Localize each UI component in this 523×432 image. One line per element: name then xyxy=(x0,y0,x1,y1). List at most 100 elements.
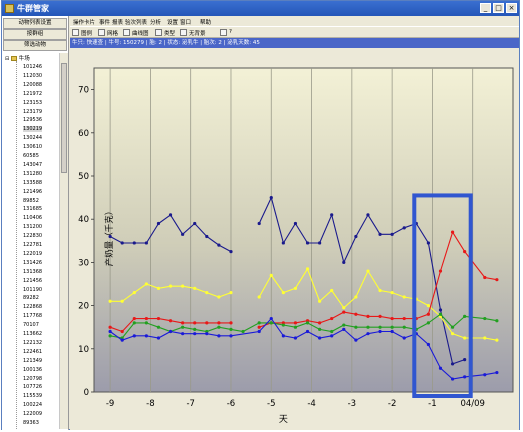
series-2-point xyxy=(305,267,310,271)
series-5-point xyxy=(354,338,358,342)
tree-item[interactable]: 113662 xyxy=(23,331,42,337)
tree-item[interactable]: 89282 xyxy=(23,295,39,301)
menu-item[interactable]: 操作卡片 xyxy=(73,18,95,26)
plot-area xyxy=(93,67,514,393)
series-3-point xyxy=(108,325,112,329)
tree-item[interactable]: 121496 xyxy=(23,189,42,195)
series-4-point xyxy=(495,319,499,323)
tree-item[interactable]: 143047 xyxy=(23,162,42,168)
grid-icon xyxy=(98,29,105,36)
animal-list-settings-button[interactable]: 动物列表设置 xyxy=(3,18,67,29)
app-icon xyxy=(5,4,14,13)
tree-item[interactable]: 117768 xyxy=(23,313,42,319)
series-5-point xyxy=(305,329,310,334)
series-5-point xyxy=(132,334,136,338)
close-button[interactable]: × xyxy=(506,3,517,13)
series-1-point xyxy=(330,213,334,217)
tree-item[interactable]: 122009 xyxy=(23,411,42,417)
curve-chart-icon xyxy=(123,29,130,36)
series-2-point xyxy=(269,273,273,277)
series-2-point xyxy=(354,295,358,299)
tree-item[interactable]: 123153 xyxy=(23,100,42,106)
tree-item[interactable]: 131200 xyxy=(23,224,42,230)
series-2-point xyxy=(193,286,197,290)
left-panel: 动物列表设置 按群组 筛选动物 ⊟ 牛场 101246 112030 120088 1… xyxy=(2,16,69,430)
series-4-point xyxy=(318,327,322,331)
series-1-point xyxy=(390,232,394,236)
tree-item[interactable]: 120088 xyxy=(23,82,42,88)
tree-item[interactable]: 130610 xyxy=(23,144,42,150)
series-1-point xyxy=(402,226,406,230)
menu-item[interactable]: 窗口 xyxy=(180,18,191,26)
tree-scrollbar[interactable] xyxy=(59,53,68,429)
series-1-point xyxy=(193,221,197,226)
series-5-point xyxy=(229,334,233,338)
tree-item[interactable]: 100136 xyxy=(23,367,42,373)
tree-item[interactable]: 70107 xyxy=(23,322,39,328)
toolbar-button[interactable]: 无背景 xyxy=(189,29,206,37)
series-2-point xyxy=(426,304,430,308)
animal-tree[interactable]: ⊟ 牛场 101246 112030 120088 121972 123153 12317… xyxy=(3,53,59,429)
menu-item[interactable]: 帮助 xyxy=(200,18,211,26)
menu-item[interactable]: 设置 xyxy=(167,18,178,26)
toolbar-button[interactable]: 图例 xyxy=(81,29,92,37)
menu-item[interactable]: 事件 xyxy=(99,18,110,26)
tree-item[interactable]: 60585 xyxy=(23,153,39,159)
series-4-point xyxy=(450,325,455,329)
tree-item[interactable]: 122830 xyxy=(23,233,42,239)
scrollbar-thumb[interactable] xyxy=(61,63,67,173)
series-3-point xyxy=(495,278,499,282)
menu-item[interactable]: 验次列表 xyxy=(125,18,147,26)
series-1-point xyxy=(305,241,310,245)
tree-item[interactable]: 89852 xyxy=(23,198,39,204)
tree-item[interactable]: 133588 xyxy=(23,180,42,186)
series-4-point xyxy=(402,325,406,329)
tree-item[interactable]: 131426 xyxy=(23,260,42,266)
tree-item[interactable]: 123179 xyxy=(23,109,42,115)
tree-item[interactable]: 122132 xyxy=(23,340,42,346)
tree-item[interactable]: 110406 xyxy=(23,215,42,221)
minimize-button[interactable]: _ xyxy=(480,3,491,13)
tree-item[interactable]: 122461 xyxy=(23,349,42,355)
series-5-point xyxy=(426,342,430,347)
tree-item[interactable]: 115539 xyxy=(23,393,42,399)
tree-item[interactable]: 131280 xyxy=(23,171,42,177)
series-3-point xyxy=(354,312,358,316)
tree-root[interactable]: ⊟ 牛场 xyxy=(5,54,30,62)
series-3-point xyxy=(181,321,185,325)
tree-item[interactable]: 120798 xyxy=(23,376,42,382)
tree-item[interactable]: 130219 xyxy=(23,126,43,133)
series-4-point xyxy=(217,325,221,329)
series-1-point xyxy=(156,221,161,226)
tree-item[interactable]: 121456 xyxy=(23,278,42,284)
series-3-point xyxy=(426,312,430,316)
tree-item[interactable]: 100224 xyxy=(23,402,42,408)
tree-item[interactable]: 121972 xyxy=(23,91,42,97)
tree-item[interactable]: 101190 xyxy=(23,287,42,293)
tree-item[interactable]: 122868 xyxy=(23,304,42,310)
menu-item[interactable]: 分析 xyxy=(150,18,161,26)
tree-item[interactable]: 131685 xyxy=(23,206,42,212)
maximize-button[interactable]: □ xyxy=(493,3,504,13)
tree-item[interactable]: 107726 xyxy=(23,384,42,390)
menu-item[interactable]: 报表 xyxy=(112,18,123,26)
tree-item[interactable]: 122019 xyxy=(23,251,42,257)
tree-item[interactable]: 112030 xyxy=(23,73,42,79)
toolbar-button[interactable]: 曲线图 xyxy=(132,29,149,37)
tree-item[interactable]: 89363 xyxy=(23,420,39,426)
tree-item[interactable]: 129536 xyxy=(23,117,42,123)
toolbar-button[interactable]: 网格 xyxy=(107,29,118,37)
tree-item[interactable]: 130244 xyxy=(23,135,42,141)
toolbar-button[interactable]: 类型 xyxy=(164,29,175,37)
by-group-button[interactable]: 按群组 xyxy=(3,29,67,40)
title-bar: 牛群管家 _ □ × xyxy=(2,1,519,16)
tree-item[interactable]: 121349 xyxy=(23,358,42,364)
tree-item[interactable]: 131368 xyxy=(23,269,42,275)
series-5-point xyxy=(366,332,370,336)
series-4-point xyxy=(390,325,394,329)
series-1-point xyxy=(229,250,233,254)
filter-animals-button[interactable]: 筛选动物 xyxy=(3,40,67,51)
toolbar-button[interactable]: ? xyxy=(229,29,232,35)
tree-item[interactable]: 101246 xyxy=(23,64,42,70)
tree-item[interactable]: 122781 xyxy=(23,242,42,248)
